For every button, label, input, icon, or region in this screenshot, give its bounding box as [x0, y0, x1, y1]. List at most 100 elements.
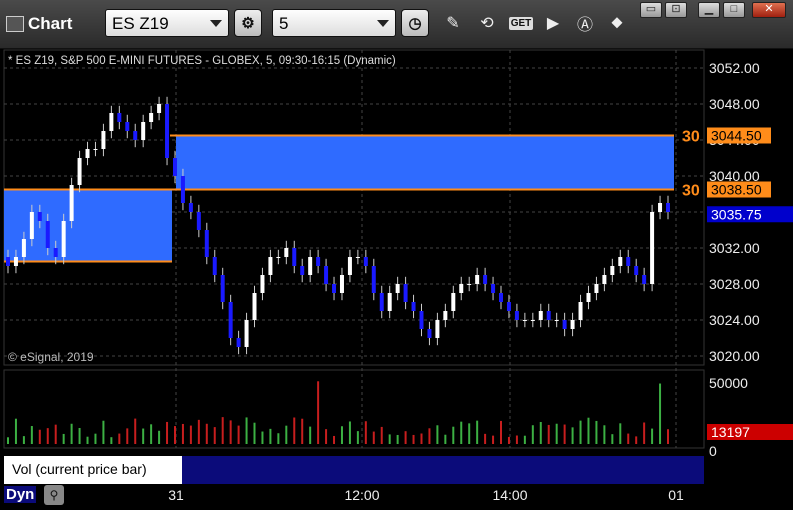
- price-tick-label: 3028.00: [709, 276, 760, 292]
- candle-body: [149, 113, 154, 122]
- volume-axis: 50000 0: [709, 375, 748, 459]
- get-data-button[interactable]: GET: [506, 10, 536, 36]
- volume-study-label[interactable]: Vol (current price bar): [4, 456, 182, 484]
- alert-button[interactable]: Ⓐ: [572, 10, 598, 36]
- candle-body: [252, 293, 257, 320]
- window-maximize-button[interactable]: □: [723, 2, 745, 18]
- settings-gear-button[interactable]: ⚙: [234, 9, 262, 37]
- price-tick-label: 3052.00: [709, 60, 760, 76]
- candle-body: [93, 149, 98, 150]
- candle-body: [435, 320, 440, 338]
- last-volume-tag: 13197: [711, 424, 750, 440]
- candle-body: [117, 113, 122, 122]
- candle-body: [451, 293, 456, 311]
- lock-scroll-icon[interactable]: ⚲: [44, 485, 64, 505]
- candle-body: [475, 275, 480, 284]
- candle-body: [308, 257, 313, 275]
- window-dock-button[interactable]: ⊡: [665, 2, 687, 18]
- studies-button[interactable]: ⟲: [474, 10, 500, 36]
- time-axis[interactable]: 31 12:00 14:00 01: [168, 487, 684, 503]
- candle-body: [650, 212, 655, 284]
- candle-body: [85, 149, 90, 158]
- candle-body: [172, 158, 177, 176]
- symbol-selector[interactable]: ES Z19: [105, 9, 229, 37]
- candle-body: [188, 203, 193, 212]
- dynamic-mode-label[interactable]: Dyn: [4, 486, 37, 503]
- volume-bars: [7, 381, 669, 444]
- time-tick-label: 01: [668, 487, 684, 503]
- gear-icon: ⚙: [241, 15, 255, 32]
- replay-button[interactable]: ▶: [540, 10, 566, 36]
- pencil-icon: ✎: [446, 15, 460, 32]
- candle-body: [292, 248, 297, 266]
- candle-body: [387, 293, 392, 311]
- candle-body: [363, 257, 368, 266]
- candle-body: [212, 257, 217, 275]
- candle-body: [324, 266, 329, 284]
- clock-icon: ◷: [408, 15, 422, 32]
- dock-icon: ⊡: [671, 3, 681, 15]
- link-button[interactable]: ⬥: [604, 10, 630, 36]
- candle-body: [125, 122, 130, 131]
- candle-body: [395, 284, 400, 293]
- candle-body: [77, 158, 82, 185]
- volume-tick-label: 50000: [709, 375, 748, 391]
- candle-body: [21, 239, 26, 257]
- candle-body: [339, 275, 344, 293]
- candle-body: [316, 257, 321, 266]
- prior-zone-fill: [4, 189, 172, 262]
- candle-body: [530, 320, 535, 321]
- minimize-icon: ▁: [704, 3, 714, 15]
- candle-body: [276, 257, 281, 258]
- level-zones: [4, 134, 674, 263]
- candle-body: [61, 221, 66, 257]
- candle-body: [626, 257, 631, 266]
- candle-body: [13, 257, 18, 266]
- candle-body: [141, 122, 146, 140]
- window-minimize-button[interactable]: ▁: [698, 2, 720, 18]
- lower-level-value-tag: 3038.50: [711, 182, 762, 198]
- candle-body: [165, 104, 170, 158]
- candle-body: [355, 257, 360, 258]
- candle-body: [379, 293, 384, 311]
- price-chart[interactable]: 3052.003048.003044.003040.003036.003032.…: [0, 48, 793, 510]
- copyright-text: © eSignal, 2019: [8, 350, 94, 364]
- candle-body: [403, 284, 408, 302]
- price-tick-label: 3048.00: [709, 96, 760, 112]
- time-tick-label: 12:00: [344, 487, 379, 503]
- candle-body: [459, 284, 464, 293]
- candle-body: [45, 221, 50, 248]
- candle-body: [204, 230, 209, 257]
- play-icon: ▶: [546, 15, 560, 32]
- candle-body: [332, 284, 337, 293]
- candle-body: [268, 257, 273, 275]
- current-zone-fill: [176, 135, 674, 190]
- candle-body: [6, 257, 10, 266]
- candle-body: [642, 275, 647, 284]
- last-price-tag: 3035.75: [711, 206, 762, 222]
- candle-body: [522, 320, 527, 321]
- window-restore-button[interactable]: ▭: [640, 2, 662, 18]
- draw-pencil-button[interactable]: ✎: [440, 10, 466, 36]
- candle-body: [578, 302, 583, 320]
- volume-study-close-icon[interactable]: x: [171, 455, 178, 469]
- candle-body: [483, 275, 488, 284]
- lower-level-tag: 30: [682, 183, 700, 200]
- time-template-button[interactable]: ◷: [401, 9, 429, 37]
- maximize-icon: □: [730, 3, 738, 15]
- volume-tick-label: 0: [709, 443, 717, 459]
- candle-body: [300, 266, 305, 275]
- window-title: Chart: [28, 14, 73, 33]
- candle-body: [133, 131, 138, 140]
- candle-body: [29, 212, 34, 239]
- get-label: GET: [508, 16, 534, 30]
- time-tick-label: 14:00: [492, 487, 527, 503]
- candle-body: [347, 257, 352, 275]
- candle-body: [180, 176, 185, 203]
- candle-body: [109, 113, 114, 131]
- window-close-button[interactable]: ✕: [752, 2, 786, 18]
- candle-body: [101, 131, 106, 149]
- interval-selector[interactable]: 5: [272, 9, 396, 37]
- candle-body: [666, 203, 670, 212]
- candle-body: [554, 320, 559, 321]
